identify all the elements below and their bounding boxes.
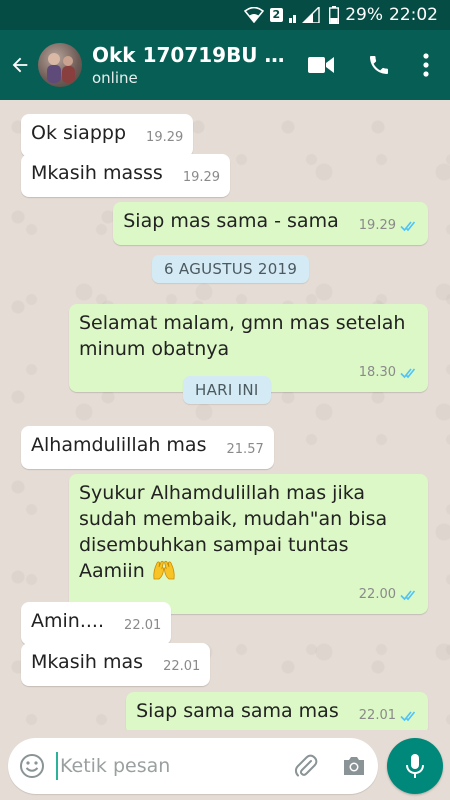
double-check-icon	[400, 590, 416, 601]
message-time: 22.01	[163, 659, 201, 674]
message-text: Ok siappp	[31, 122, 126, 144]
clock: 22:02	[389, 5, 438, 25]
more-vert-icon	[423, 53, 429, 77]
avatar[interactable]	[38, 43, 82, 87]
date-separator: HARI INI	[183, 376, 271, 404]
message-text: Aamiin	[79, 560, 145, 582]
voice-call-button[interactable]	[350, 30, 408, 100]
message-time: 22.00	[358, 587, 396, 602]
message-text: Syukur Alhamdulillah mas jika sudah memb…	[79, 482, 388, 556]
signal-icon	[289, 7, 323, 23]
message-input[interactable]	[60, 755, 282, 777]
video-call-button[interactable]	[292, 30, 350, 100]
attach-icon	[294, 754, 318, 777]
emoji-icon	[20, 754, 44, 778]
double-check-icon	[400, 221, 416, 232]
mic-icon	[406, 754, 424, 778]
message-text: Amin....	[31, 610, 104, 632]
message-time: 18.30	[358, 365, 396, 380]
message-incoming[interactable]: Mkasih mas 22.01	[21, 643, 211, 686]
attach-button[interactable]	[282, 738, 330, 794]
message-time: 22.01	[124, 618, 162, 633]
voice-record-button[interactable]	[387, 738, 443, 794]
message-text: Siap sama sama mas	[136, 700, 339, 722]
video-call-icon	[308, 57, 334, 73]
message-outgoing[interactable]: Siap sama sama mas 22.01	[126, 692, 428, 730]
sim-badge: 2	[269, 8, 284, 22]
contact-name: Okk 170719BU S...	[92, 43, 292, 67]
message-text: Mkasih mas	[31, 651, 144, 673]
message-time: 19.29	[182, 170, 221, 185]
wifi-icon	[243, 7, 264, 23]
compose-box	[8, 738, 378, 794]
message-time: 19.29	[146, 130, 184, 145]
message-text: Siap mas sama - sama	[123, 210, 339, 232]
message-incoming[interactable]: Mkasih masss 19.29	[21, 154, 231, 197]
back-arrow-icon	[12, 57, 28, 73]
raising-hands-emoji	[153, 560, 175, 580]
back-button[interactable]	[2, 30, 38, 100]
double-check-icon	[400, 711, 416, 722]
emoji-button[interactable]	[8, 738, 56, 794]
battery-percent: 29%	[345, 5, 383, 25]
date-separator: 6 AGUSTUS 2019	[152, 255, 310, 283]
message-text: Mkasih masss	[31, 162, 163, 184]
message-text: Alhamdulillah mas	[31, 434, 207, 456]
phone-icon	[370, 56, 388, 74]
message-list[interactable]: Ok siappp 19.29 Mkasih masss 19.29 Siap …	[0, 100, 450, 730]
camera-button[interactable]	[330, 738, 378, 794]
message-outgoing[interactable]: Siap mas sama - sama 19.29	[113, 202, 428, 245]
contact-status: online	[92, 69, 138, 87]
camera-icon	[344, 757, 364, 775]
message-outgoing[interactable]: Syukur Alhamdulillah mas jika sudah memb…	[69, 474, 428, 614]
input-bar	[0, 730, 450, 800]
chat-header: Okk 170719BU S... online	[0, 30, 450, 100]
message-time: 22.01	[358, 708, 396, 723]
double-check-icon	[400, 368, 416, 379]
text-cursor	[56, 752, 58, 780]
message-text: Selamat malam, gmn mas setelah minum oba…	[79, 312, 406, 360]
more-options-button[interactable]	[408, 30, 444, 100]
message-time: 21.57	[226, 442, 264, 457]
message-incoming[interactable]: Alhamdulillah mas 21.57	[21, 426, 274, 469]
message-incoming[interactable]: Amin.... 22.01	[21, 602, 172, 645]
status-bar: 2 29% 22:02	[0, 0, 450, 30]
message-incoming[interactable]: Ok siappp 19.29	[21, 114, 194, 157]
message-text-line2: Aamiin	[79, 558, 418, 584]
contact-info[interactable]: Okk 170719BU S... online	[92, 42, 292, 88]
message-time: 19.29	[358, 218, 396, 233]
battery-icon	[329, 6, 340, 24]
